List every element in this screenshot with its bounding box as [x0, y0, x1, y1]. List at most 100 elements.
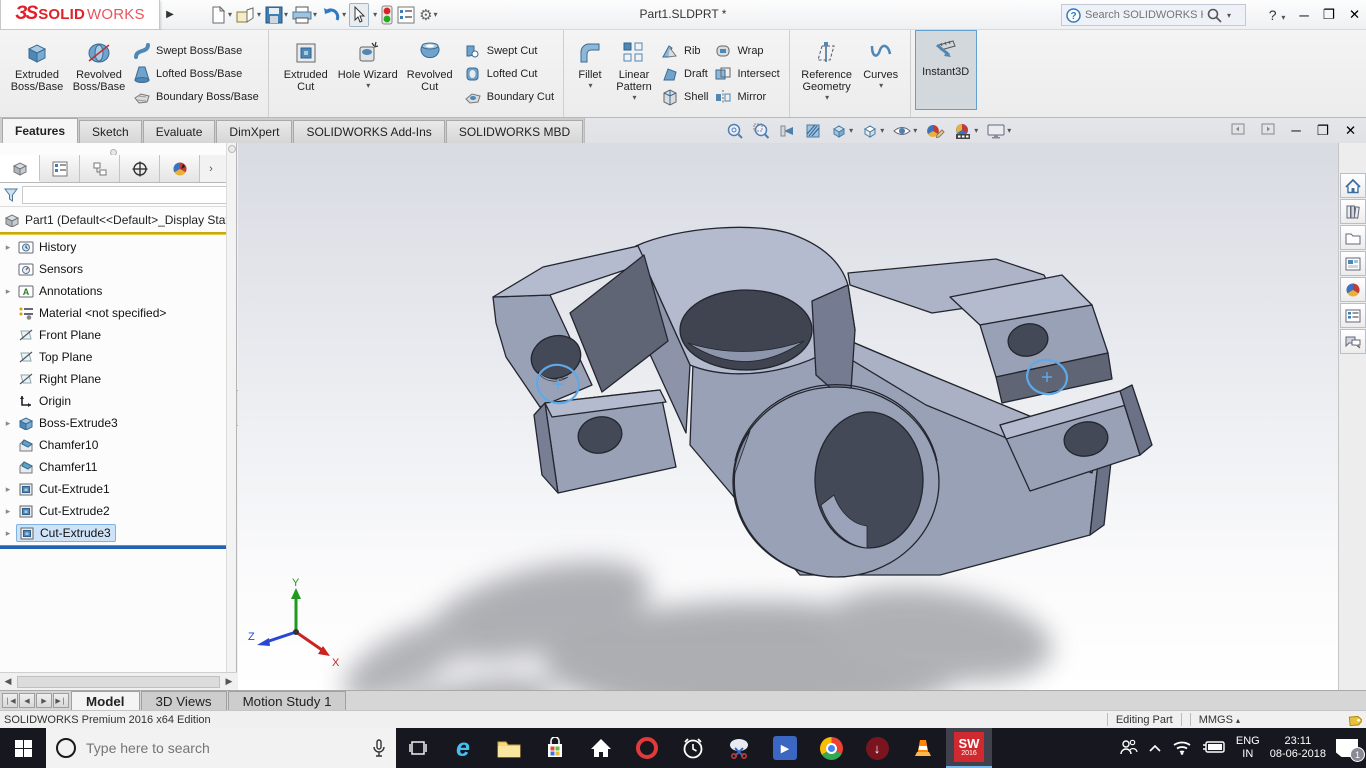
collapse-right-pane-icon[interactable]	[1261, 123, 1275, 138]
opera-app-icon[interactable]	[624, 728, 670, 768]
extruded-cut-button[interactable]: Extruded Cut	[275, 34, 337, 114]
tree-item-cut-extrude2[interactable]: ▸Cut-Extrude2	[0, 500, 227, 522]
hide-show-items-button[interactable]: ▾	[891, 120, 918, 142]
expand-arrow-icon[interactable]: ▸	[0, 418, 16, 429]
new-document-button[interactable]: ▾	[208, 3, 233, 27]
last-tab-icon[interactable]: ▶❘	[53, 693, 69, 708]
language-indicator[interactable]: ENG IN	[1236, 735, 1260, 761]
tree-item-right-plane[interactable]: Right Plane	[0, 368, 227, 390]
units-selector[interactable]: MMGS ▴	[1199, 714, 1240, 726]
scrollbar-thumb[interactable]	[17, 676, 220, 688]
mirror-button[interactable]: Mirror	[711, 86, 782, 107]
tree-item-origin[interactable]: Origin	[0, 390, 227, 412]
lofted-boss-button[interactable]: Lofted Boss/Base	[130, 63, 262, 84]
minimize-button[interactable]: ─	[1299, 8, 1308, 23]
apply-scene-button[interactable]: ▾	[952, 120, 979, 142]
scroll-left-icon[interactable]: ◀	[0, 676, 16, 687]
chrome-app-icon[interactable]	[808, 728, 854, 768]
menu-flyout-icon[interactable]: ▶	[162, 4, 178, 26]
fillet-dropdown-icon[interactable]: ▾	[588, 81, 592, 90]
tree-item-front-plane[interactable]: Front Plane	[0, 324, 227, 346]
action-center-button[interactable]: 1	[1336, 739, 1358, 757]
next-tab-icon[interactable]: ▶	[36, 693, 52, 708]
instant3d-button[interactable]: Instant3D	[915, 30, 977, 110]
tree-header-row[interactable]: Part1 (Default<<Default>_Display State	[0, 209, 237, 231]
previous-view-button[interactable]	[777, 120, 797, 142]
zoom-to-fit-button[interactable]	[725, 120, 745, 142]
swept-boss-button[interactable]: Swept Boss/Base	[130, 40, 262, 61]
propertymanager-tab[interactable]	[40, 155, 80, 182]
help-menu-button[interactable]: ? ▾	[1269, 7, 1286, 23]
tray-overflow-chevron-icon[interactable]	[1148, 741, 1162, 756]
expand-arrow-icon[interactable]: ▸	[0, 286, 16, 297]
open-button[interactable]: ▾	[235, 3, 262, 27]
view-palette-button[interactable]	[1340, 251, 1366, 276]
close-button[interactable]: ✕	[1349, 7, 1360, 23]
tree-item-annotations[interactable]: ▸AAnnotations	[0, 280, 227, 302]
collapse-left-pane-icon[interactable]	[1231, 123, 1245, 138]
help-search-input[interactable]	[1085, 9, 1203, 21]
home-button[interactable]	[1340, 173, 1366, 198]
motion-study-tab[interactable]: Motion Study 1	[228, 691, 347, 710]
downloader-app-icon[interactable]: ↓	[854, 728, 900, 768]
solidworks-app-icon[interactable]: SW2016	[946, 728, 992, 768]
movies-tv-app-icon[interactable]: ▶	[762, 728, 808, 768]
tree-item-history[interactable]: ▸History	[0, 236, 227, 258]
custom-properties-button[interactable]	[1340, 303, 1366, 328]
select-dropdown-button[interactable]: ▾	[371, 3, 378, 27]
tree-item-boss-extrude3[interactable]: ▸Boss-Extrude3	[0, 412, 227, 434]
tag-icon[interactable]	[1346, 713, 1362, 727]
search-icon[interactable]	[1207, 8, 1222, 23]
clock-indicator[interactable]: 23:11 08-06-2018	[1270, 735, 1326, 761]
3d-views-tab[interactable]: 3D Views	[141, 691, 227, 710]
options-button[interactable]	[396, 3, 416, 27]
first-tab-icon[interactable]: ❘◀	[2, 693, 18, 708]
doc-minimize-icon[interactable]: ─	[1291, 123, 1300, 138]
tab-features[interactable]: Features	[2, 118, 78, 143]
start-button[interactable]	[0, 728, 46, 768]
alarms-clock-app-icon[interactable]	[670, 728, 716, 768]
forum-button[interactable]	[1340, 329, 1366, 354]
tree-item-cut-extrude3[interactable]: ▸Cut-Extrude3	[0, 522, 227, 544]
extruded-boss-base-button[interactable]: Extruded Boss/Base	[6, 34, 68, 114]
rollback-bar[interactable]	[0, 545, 235, 549]
tree-item-chamfer10[interactable]: Chamfer10	[0, 434, 227, 456]
wifi-icon[interactable]	[1172, 739, 1192, 758]
vlc-app-icon[interactable]	[900, 728, 946, 768]
fillet-button[interactable]: Fillet ▾	[570, 34, 610, 114]
intersect-button[interactable]: Intersect	[711, 63, 782, 84]
manager-tabs-overflow-icon[interactable]: ›	[200, 155, 222, 182]
file-explorer-app-icon[interactable]	[486, 728, 532, 768]
prev-tab-icon[interactable]: ◀	[19, 693, 35, 708]
tree-item-sensors[interactable]: Sensors	[0, 258, 227, 280]
reference-geometry-dropdown-icon[interactable]: ▾	[825, 93, 829, 102]
displaymanager-tab[interactable]	[160, 155, 200, 182]
view-settings-button[interactable]: ▾	[985, 120, 1012, 142]
clevis-part[interactable]	[493, 227, 1152, 577]
scroll-right-icon[interactable]: ▶	[221, 676, 237, 687]
boundary-cut-button[interactable]: Boundary Cut	[461, 86, 557, 107]
appearances-button[interactable]	[1340, 277, 1366, 302]
reference-geometry-button[interactable]: Reference Geometry ▾	[796, 34, 858, 114]
wrap-button[interactable]: Wrap	[711, 40, 782, 61]
expand-arrow-icon[interactable]: ▸	[0, 242, 16, 253]
select-tool-button[interactable]	[349, 3, 369, 27]
save-button[interactable]: ▾	[264, 3, 289, 27]
linear-pattern-dropdown-icon[interactable]: ▾	[632, 93, 636, 102]
edit-appearance-button[interactable]	[924, 120, 946, 142]
draft-button[interactable]: Draft	[658, 63, 711, 84]
curves-button[interactable]: Curves ▾	[858, 34, 904, 114]
part-3d-model[interactable]	[238, 143, 1338, 690]
tree-item-cut-extrude1[interactable]: ▸Cut-Extrude1	[0, 478, 227, 500]
section-view-button[interactable]	[803, 120, 823, 142]
panel-vertical-scrollbar[interactable]	[226, 143, 237, 672]
linear-pattern-button[interactable]: Linear Pattern ▾	[610, 34, 658, 114]
swept-cut-button[interactable]: Swept Cut	[461, 40, 557, 61]
graphics-viewport[interactable]: Y Z X	[238, 143, 1338, 690]
tree-item-material[interactable]: Material <not specified>	[0, 302, 227, 324]
lofted-cut-button[interactable]: Lofted Cut	[461, 63, 557, 84]
edge-app-icon[interactable]: e	[440, 728, 486, 768]
expand-arrow-icon[interactable]: ▸	[0, 506, 16, 517]
home-app-icon[interactable]	[578, 728, 624, 768]
dimxpertmanager-tab[interactable]	[120, 155, 160, 182]
